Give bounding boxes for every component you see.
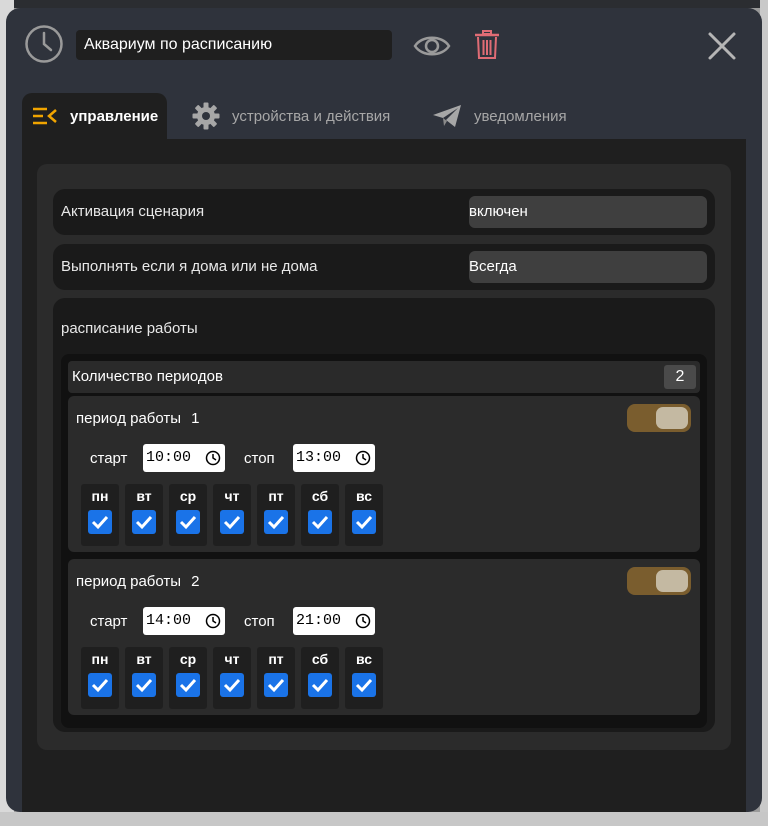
day-column: ср <box>169 647 207 709</box>
trash-icon[interactable] <box>474 30 500 60</box>
tab-label: управление <box>70 107 159 125</box>
eye-icon[interactable] <box>412 32 452 60</box>
day-column: сб <box>301 484 339 546</box>
activation-label: Активация сценария <box>61 203 205 220</box>
day-checkbox[interactable] <box>220 510 244 534</box>
day-column: ср <box>169 484 207 546</box>
time-picker-icon[interactable] <box>205 450 221 466</box>
time-picker-icon[interactable] <box>205 613 221 629</box>
day-column: пн <box>81 484 119 546</box>
tab-bar: управление устройства и действия уведомл… <box>22 93 762 139</box>
period-number: 1 <box>191 410 200 427</box>
settings-panel: Активация сценария включен Выполнять есл… <box>37 164 731 750</box>
day-column: сб <box>301 647 339 709</box>
day-checkbox[interactable] <box>132 673 156 697</box>
stop-label: стоп <box>244 613 275 630</box>
paper-plane-icon <box>433 105 461 127</box>
tab-notifications[interactable]: уведомления <box>432 93 567 139</box>
day-column: пн <box>81 647 119 709</box>
day-checkbox[interactable] <box>88 510 112 534</box>
day-checkbox[interactable] <box>88 673 112 697</box>
day-checkbox[interactable] <box>264 510 288 534</box>
day-checkbox[interactable] <box>176 510 200 534</box>
tab-label: уведомления <box>474 107 567 125</box>
day-label: сб <box>311 651 329 667</box>
day-column: чт <box>213 484 251 546</box>
start-time-input[interactable]: 10:00 <box>143 444 225 472</box>
day-column: пт <box>257 647 295 709</box>
menu-collapse-icon <box>33 107 57 125</box>
day-checkbox[interactable] <box>308 510 332 534</box>
start-label: старт <box>90 450 128 467</box>
toggle-knob <box>656 407 688 429</box>
day-column: вс <box>345 484 383 546</box>
schedule-section: расписание работы Количество периодов 2 … <box>53 298 715 732</box>
day-label: пт <box>268 488 284 504</box>
day-checkbox[interactable] <box>176 673 200 697</box>
day-checkbox[interactable] <box>132 510 156 534</box>
tab-devices-actions[interactable]: устройства и действия <box>192 93 390 139</box>
stop-label: стоп <box>244 450 275 467</box>
day-label: чт <box>224 651 240 667</box>
day-label: ср <box>179 651 197 667</box>
day-label: чт <box>224 488 240 504</box>
day-checkbox[interactable] <box>264 673 288 697</box>
period-enable-toggle[interactable] <box>627 404 691 432</box>
stop-time-input[interactable]: 13:00 <box>293 444 375 472</box>
period-count-input[interactable]: 2 <box>664 365 696 389</box>
day-label: вс <box>355 488 373 504</box>
period-card: период работы1 старт 10:00 стоп 13:00 п <box>68 396 700 552</box>
start-label: старт <box>90 613 128 630</box>
day-label: вт <box>136 488 152 504</box>
period-count-label: Количество периодов <box>72 368 223 385</box>
time-picker-icon[interactable] <box>355 613 371 629</box>
presence-row: Выполнять если я дома или не дома Всегда <box>53 244 715 290</box>
stop-time-input[interactable]: 21:00 <box>293 607 375 635</box>
schedule-label: расписание работы <box>61 320 198 337</box>
day-checkbox[interactable] <box>352 510 376 534</box>
tab-label: устройства и действия <box>232 107 391 125</box>
periods-container: Количество периодов 2 период работы 1 ста… <box>61 354 707 728</box>
day-column: пт <box>257 484 295 546</box>
presence-select[interactable]: Всегда <box>469 251 707 283</box>
day-checkbox[interactable] <box>308 673 332 697</box>
day-label: вт <box>136 651 152 667</box>
tab-control[interactable]: управление <box>22 93 167 139</box>
day-column: вт <box>125 647 163 709</box>
day-column: чт <box>213 647 251 709</box>
period-card: период работы2 старт 14:00 стоп 21:00 п <box>68 559 700 715</box>
period-number: 2 <box>191 573 200 590</box>
presence-label: Выполнять если я дома или не дома <box>61 258 318 275</box>
scenario-modal: управление устройства и действия <box>6 8 762 812</box>
period-enable-toggle[interactable] <box>627 567 691 595</box>
close-icon[interactable] <box>706 30 738 62</box>
tab-content: Активация сценария включен Выполнять есл… <box>22 139 746 812</box>
activation-select[interactable]: включен <box>469 196 707 228</box>
clock-icon <box>25 25 63 63</box>
day-label: пт <box>268 651 284 667</box>
day-checkbox[interactable] <box>220 673 244 697</box>
period-title: период работы 2 <box>76 573 200 590</box>
scenario-name-input[interactable] <box>76 30 392 60</box>
day-label: пн <box>91 488 109 504</box>
day-label: пн <box>91 651 109 667</box>
day-label: вс <box>355 651 373 667</box>
period-count-row: Количество периодов 2 <box>68 361 700 393</box>
time-picker-icon[interactable] <box>355 450 371 466</box>
period-title: период работы 1 <box>76 410 200 427</box>
background-topbar <box>0 0 768 8</box>
gear-icon <box>192 102 220 130</box>
background-bottom <box>0 812 768 826</box>
day-checkbox[interactable] <box>352 673 376 697</box>
activation-row: Активация сценария включен <box>53 189 715 235</box>
start-time-input[interactable]: 14:00 <box>143 607 225 635</box>
day-label: ср <box>179 488 197 504</box>
day-column: вс <box>345 647 383 709</box>
day-label: сб <box>311 488 329 504</box>
day-column: вт <box>125 484 163 546</box>
toggle-knob <box>656 570 688 592</box>
